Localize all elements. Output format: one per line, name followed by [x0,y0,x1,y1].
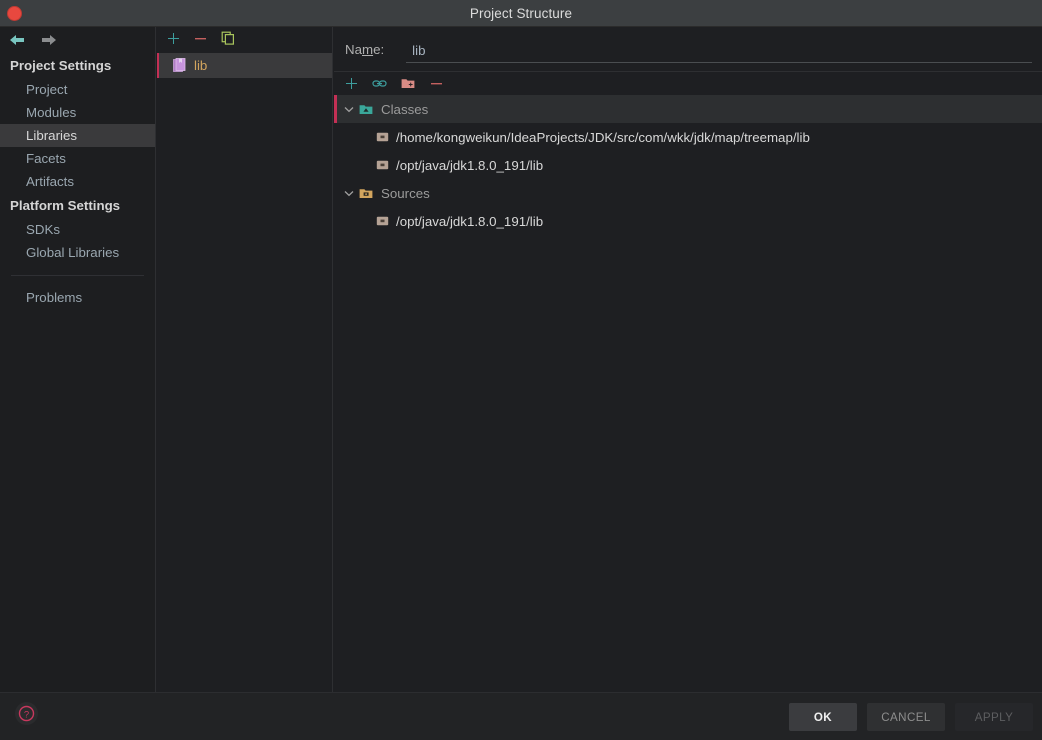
sidebar-item-sdks[interactable]: SDKs [0,218,155,241]
library-list-item-label: lib [194,58,208,73]
tree-group-classes[interactable]: Classes [334,95,1042,123]
tree-item-label: /home/kongweikun/IdeaProjects/JDK/src/co… [396,129,810,145]
arrow-right-icon[interactable] [41,33,57,47]
chevron-down-icon[interactable] [343,106,355,113]
sidebar-item-global-libraries[interactable]: Global Libraries [0,241,155,264]
roots-toolbar [334,72,1042,95]
tree-group-sources-label: Sources [381,185,430,201]
tree-item-classes-root-0[interactable]: /home/kongweikun/IdeaProjects/JDK/src/co… [334,123,1042,151]
library-list: lib [157,53,332,78]
plus-icon[interactable] [167,32,180,45]
sidebar-item-libraries[interactable]: Libraries [0,124,155,147]
name-row: Name: lib [334,27,1042,71]
window-title-bar: Project Structure [0,0,1042,27]
tree-item-classes-root-1[interactable]: /opt/java/jdk1.8.0_191/lib [334,151,1042,179]
close-dot-icon[interactable] [7,6,22,21]
dialog-buttons: OK CANCEL APPLY [789,703,1033,731]
dialog-footer: ? OK CANCEL APPLY [0,692,1042,740]
tree-group-sources[interactable]: Sources [334,179,1042,207]
tree-group-classes-label: Classes [381,101,429,117]
sidebar-group-project-settings: Project Settings [10,58,112,73]
arrow-left-icon[interactable] [9,33,25,47]
name-input-value: lib [412,42,426,58]
plus-icon[interactable] [345,77,358,90]
help-circle-icon[interactable]: ? [15,702,38,725]
sidebar-item-problems[interactable]: Problems [0,286,155,309]
svg-text:?: ? [24,709,29,720]
library-icon [173,58,186,72]
tree-item-sources-root-0[interactable]: /opt/java/jdk1.8.0_191/lib [334,207,1042,235]
cancel-button[interactable]: CANCEL [867,703,945,731]
tree-item-label: /opt/java/jdk1.8.0_191/lib [396,157,544,173]
sidebar-group-platform-settings: Platform Settings [10,198,121,213]
jar-icon [376,131,389,143]
library-list-toolbar [157,27,332,49]
tree-item-label: /opt/java/jdk1.8.0_191/lib [396,213,544,229]
library-list-panel: lib [157,27,333,692]
library-detail-panel: Name: lib Classes /home/kongweikun/IdeaP… [334,27,1042,692]
apply-button: APPLY [955,703,1033,731]
minus-icon[interactable] [430,77,443,90]
navigation-arrows [0,27,155,53]
minus-icon[interactable] [194,32,207,45]
dialog-body: Project Settings Project Modules Librari… [0,27,1042,692]
chevron-down-icon[interactable] [343,190,355,197]
sidebar-item-modules[interactable]: Modules [0,101,155,124]
name-input[interactable]: lib [406,36,1032,63]
folder-add-icon[interactable] [401,77,416,90]
classes-folder-icon [359,103,374,116]
library-list-item-lib[interactable]: lib [157,53,332,78]
ok-button[interactable]: OK [789,703,857,731]
sidebar-item-project[interactable]: Project [0,78,155,101]
window-title: Project Structure [469,5,573,21]
jar-icon [376,159,389,171]
jar-icon [376,215,389,227]
settings-sidebar: Project Settings Project Modules Librari… [0,27,156,692]
link-icon[interactable] [372,77,387,90]
name-label: Name: [345,41,385,57]
library-roots-tree: Classes /home/kongweikun/IdeaProjects/JD… [334,95,1042,235]
sidebar-item-facets[interactable]: Facets [0,147,155,170]
sidebar-item-artifacts[interactable]: Artifacts [0,170,155,193]
sources-folder-icon [359,187,374,200]
copy-icon[interactable] [221,31,235,45]
sidebar-divider [11,275,144,276]
